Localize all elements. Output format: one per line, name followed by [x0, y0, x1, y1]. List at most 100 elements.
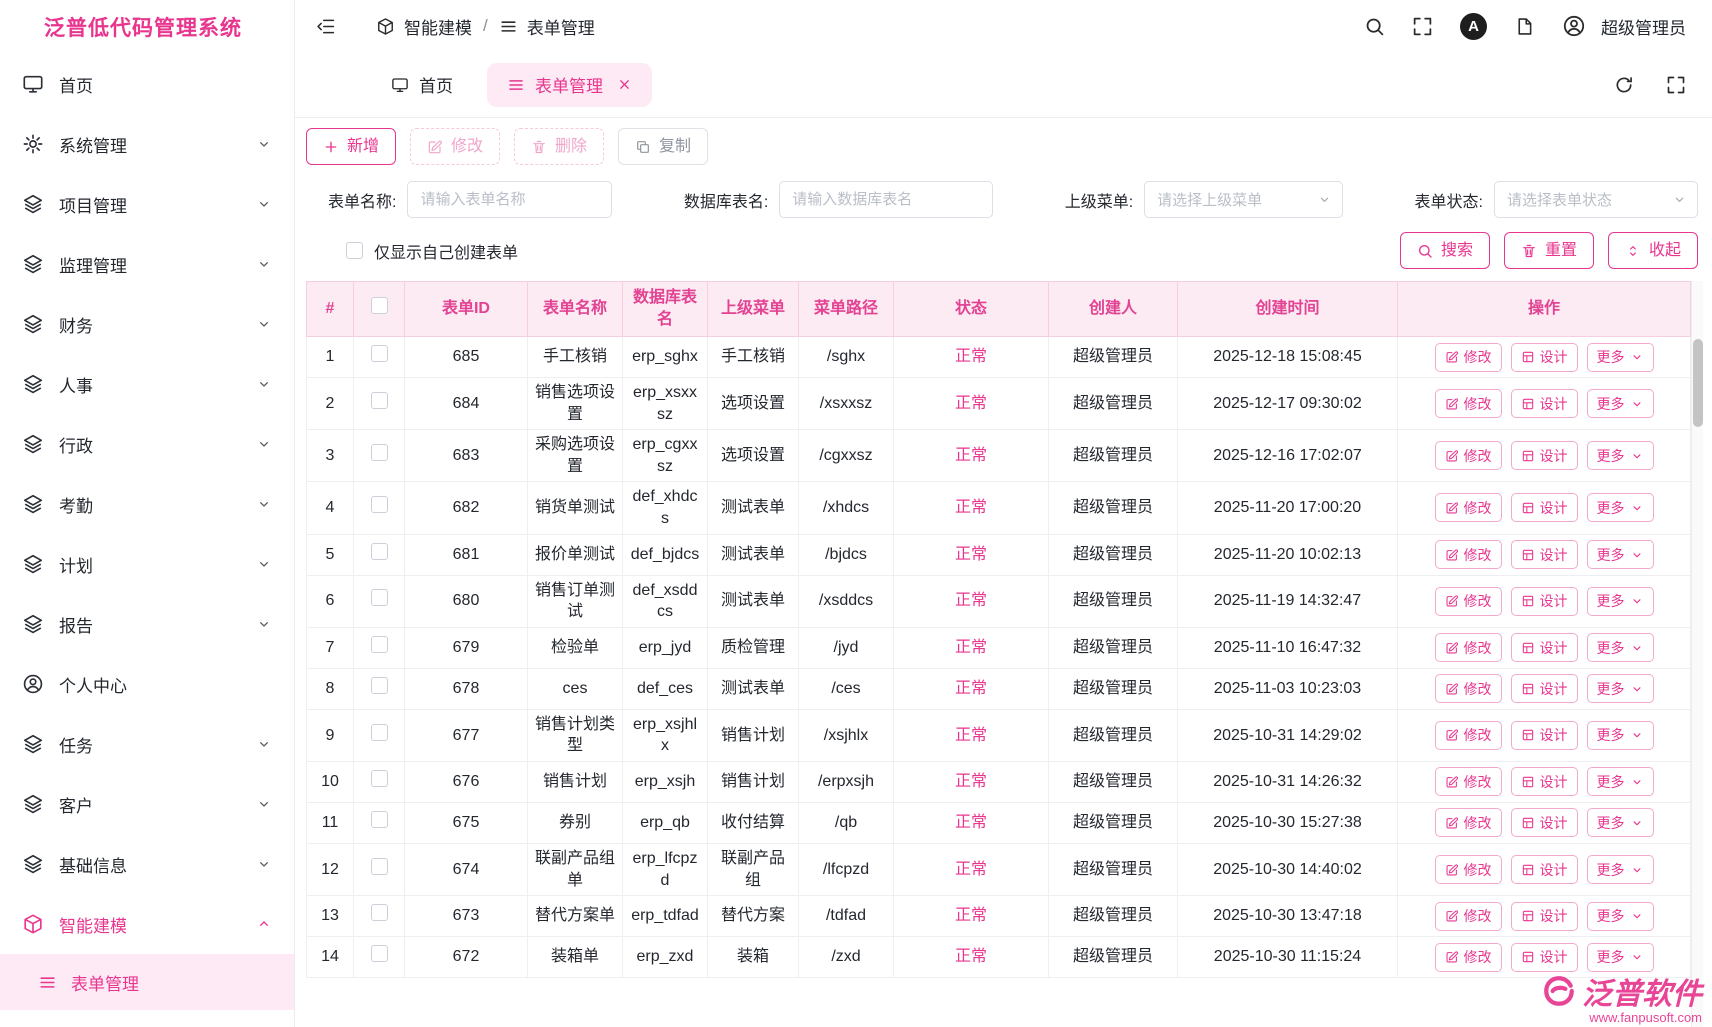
row-checkbox[interactable]: [371, 543, 388, 560]
row-more-button[interactable]: 更多: [1587, 767, 1654, 796]
status-badge[interactable]: 正常: [955, 948, 987, 965]
row-edit-button[interactable]: 修改: [1435, 493, 1502, 522]
row-more-button[interactable]: 更多: [1587, 855, 1654, 884]
row-edit-button[interactable]: 修改: [1435, 902, 1502, 931]
breadcrumb-item-page[interactable]: 表单管理: [527, 14, 595, 39]
row-checkbox[interactable]: [371, 811, 388, 828]
sidebar-collapse-icon[interactable]: [315, 16, 336, 37]
row-edit-button[interactable]: 修改: [1435, 721, 1502, 750]
status-badge[interactable]: 正常: [955, 546, 987, 563]
form-status-select[interactable]: 请选择表单状态: [1494, 181, 1698, 218]
reset-button[interactable]: 重置: [1504, 232, 1594, 269]
sidebar-item-基础信息[interactable]: 基础信息: [0, 834, 294, 894]
row-checkbox[interactable]: [371, 496, 388, 513]
row-checkbox[interactable]: [371, 444, 388, 461]
username[interactable]: 超级管理员: [1601, 14, 1686, 39]
status-badge[interactable]: 正常: [955, 499, 987, 516]
row-checkbox[interactable]: [371, 345, 388, 362]
row-edit-button[interactable]: 修改: [1435, 855, 1502, 884]
row-edit-button[interactable]: 修改: [1435, 587, 1502, 616]
sidebar-item-计划[interactable]: 计划: [0, 534, 294, 594]
row-more-button[interactable]: 更多: [1587, 389, 1654, 418]
row-design-button[interactable]: 设计: [1511, 389, 1578, 418]
status-badge[interactable]: 正常: [955, 639, 987, 656]
row-checkbox[interactable]: [371, 636, 388, 653]
sidebar-item-行政[interactable]: 行政: [0, 414, 294, 474]
row-design-button[interactable]: 设计: [1511, 902, 1578, 931]
search-button[interactable]: 搜索: [1400, 232, 1490, 269]
fullscreen-icon[interactable]: [1412, 16, 1433, 37]
search-icon[interactable]: [1364, 16, 1385, 37]
row-checkbox[interactable]: [371, 589, 388, 606]
row-more-button[interactable]: 更多: [1587, 587, 1654, 616]
sidebar-item-监理管理[interactable]: 监理管理: [0, 234, 294, 294]
row-more-button[interactable]: 更多: [1587, 808, 1654, 837]
close-icon[interactable]: [617, 77, 632, 92]
row-design-button[interactable]: 设计: [1511, 633, 1578, 662]
status-badge[interactable]: 正常: [955, 861, 987, 878]
letter-a-badge[interactable]: A: [1460, 13, 1487, 40]
collapse-button[interactable]: 收起: [1608, 232, 1698, 269]
row-design-button[interactable]: 设计: [1511, 343, 1578, 372]
sidebar-item-客户[interactable]: 客户: [0, 774, 294, 834]
add-button[interactable]: 新增: [306, 128, 396, 165]
sidebar-item-项目管理[interactable]: 项目管理: [0, 174, 294, 234]
sidebar-item-个人中心[interactable]: 个人中心: [0, 654, 294, 714]
row-more-button[interactable]: 更多: [1587, 343, 1654, 372]
sidebar-item-报告[interactable]: 报告: [0, 594, 294, 654]
row-edit-button[interactable]: 修改: [1435, 441, 1502, 470]
sidebar-item-智能建模[interactable]: 智能建模: [0, 894, 294, 954]
row-checkbox[interactable]: [371, 677, 388, 694]
row-edit-button[interactable]: 修改: [1435, 633, 1502, 662]
row-design-button[interactable]: 设计: [1511, 855, 1578, 884]
fullscreen-icon[interactable]: [1666, 75, 1686, 95]
row-design-button[interactable]: 设计: [1511, 808, 1578, 837]
row-more-button[interactable]: 更多: [1587, 540, 1654, 569]
row-more-button[interactable]: 更多: [1587, 902, 1654, 931]
row-design-button[interactable]: 设计: [1511, 943, 1578, 972]
sidebar-item-系统管理[interactable]: 系统管理: [0, 114, 294, 174]
edit-button[interactable]: 修改: [410, 128, 500, 165]
select-all-checkbox[interactable]: [371, 297, 388, 314]
row-edit-button[interactable]: 修改: [1435, 943, 1502, 972]
row-design-button[interactable]: 设计: [1511, 587, 1578, 616]
tab-form-management[interactable]: 表单管理: [487, 63, 652, 107]
row-checkbox[interactable]: [371, 724, 388, 741]
row-design-button[interactable]: 设计: [1511, 540, 1578, 569]
parent-menu-select[interactable]: 请选择上级菜单: [1144, 181, 1343, 218]
status-badge[interactable]: 正常: [955, 727, 987, 744]
scrollbar[interactable]: [1691, 281, 1703, 1027]
row-checkbox[interactable]: [371, 858, 388, 875]
row-edit-button[interactable]: 修改: [1435, 808, 1502, 837]
row-more-button[interactable]: 更多: [1587, 493, 1654, 522]
only-mine-checkbox[interactable]: [346, 242, 363, 259]
row-design-button[interactable]: 设计: [1511, 441, 1578, 470]
row-more-button[interactable]: 更多: [1587, 633, 1654, 662]
row-edit-button[interactable]: 修改: [1435, 674, 1502, 703]
status-badge[interactable]: 正常: [955, 348, 987, 365]
only-mine-toggle[interactable]: 仅显示自己创建表单: [346, 239, 518, 263]
tab-home[interactable]: 首页: [371, 63, 473, 107]
row-checkbox[interactable]: [371, 392, 388, 409]
breadcrumb-item-module[interactable]: 智能建模: [404, 14, 472, 39]
row-checkbox[interactable]: [371, 770, 388, 787]
scrollbar-thumb[interactable]: [1693, 339, 1703, 427]
status-badge[interactable]: 正常: [955, 592, 987, 609]
row-more-button[interactable]: 更多: [1587, 441, 1654, 470]
delete-button[interactable]: 删除: [514, 128, 604, 165]
sidebar-subitem-表单管理[interactable]: 表单管理: [0, 954, 294, 1010]
row-design-button[interactable]: 设计: [1511, 493, 1578, 522]
avatar-icon[interactable]: [1562, 14, 1586, 38]
status-badge[interactable]: 正常: [955, 680, 987, 697]
status-badge[interactable]: 正常: [955, 907, 987, 924]
sidebar-item-财务[interactable]: 财务: [0, 294, 294, 354]
refresh-icon[interactable]: [1614, 75, 1634, 95]
row-more-button[interactable]: 更多: [1587, 943, 1654, 972]
copy-button[interactable]: 复制: [618, 128, 708, 165]
row-more-button[interactable]: 更多: [1587, 721, 1654, 750]
row-edit-button[interactable]: 修改: [1435, 767, 1502, 796]
sidebar-item-考勤[interactable]: 考勤: [0, 474, 294, 534]
row-edit-button[interactable]: 修改: [1435, 540, 1502, 569]
row-design-button[interactable]: 设计: [1511, 721, 1578, 750]
row-edit-button[interactable]: 修改: [1435, 389, 1502, 418]
